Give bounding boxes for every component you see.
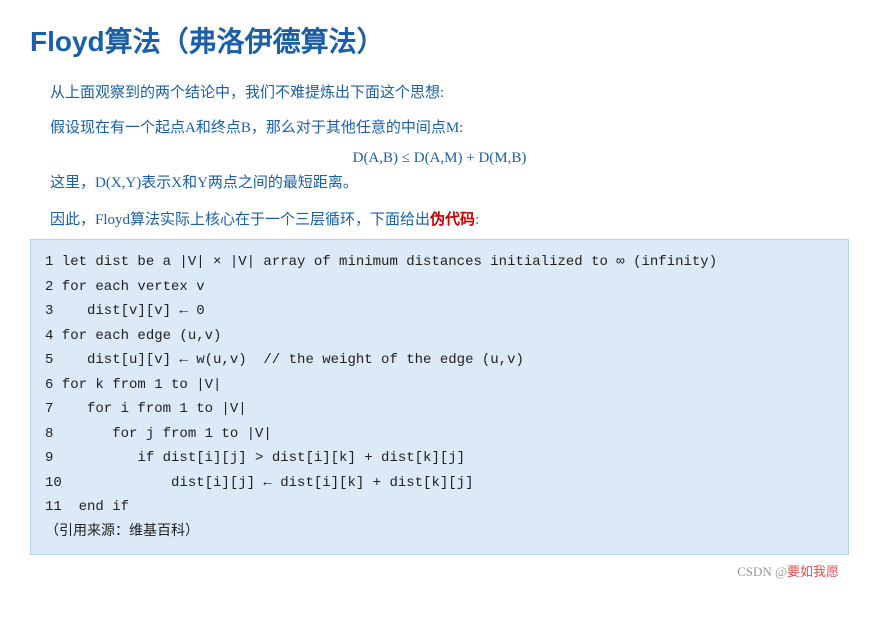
code-line-5: 5 dist[u][v] ← w(u,v) // the weight of t…: [45, 348, 834, 373]
code-line-3: 3 dist[v][v] ← 0: [45, 299, 834, 324]
formula: D(A,B) ≤ D(A,M) + D(M,B): [30, 150, 849, 167]
code-line-11: 11 end if: [45, 495, 834, 520]
pseudo-label: 伪代码: [430, 212, 475, 228]
intro-section: 从上面观察到的两个结论中，我们不难提炼出下面这个思想: 假设现在有一个起点A和终…: [30, 80, 849, 192]
code-line-1: 1 let dist be a |V| × |V| array of minim…: [45, 250, 834, 275]
code-line-8: 8 for j from 1 to |V|: [45, 422, 834, 447]
code-line-citation: （引用来源：维基百科）: [45, 520, 834, 545]
footer-brand: 要如我愿: [787, 564, 839, 579]
code-line-10: 10 dist[i][j] ← dist[i][k] + dist[k][j]: [45, 471, 834, 496]
footer-prefix: CSDN @: [737, 564, 787, 579]
page-title: Floyd算法（弗洛伊德算法）: [30, 20, 849, 60]
summary-line: 因此，Floyd算法实际上核心在于一个三层循环，下面给出伪代码:: [30, 208, 849, 229]
code-line-2: 2 for each vertex v: [45, 275, 834, 300]
code-line-6: 6 for k from 1 to |V|: [45, 373, 834, 398]
summary-suffix: :: [475, 212, 479, 228]
intro-note: 这里，D(X,Y)表示X和Y两点之间的最短距离。: [30, 171, 849, 192]
code-line-4: 4 for each edge (u,v): [45, 324, 834, 349]
summary-prefix: 因此，Floyd算法实际上核心在于一个三层循环，下面给出: [50, 212, 430, 228]
code-block: 1 let dist be a |V| × |V| array of minim…: [30, 239, 849, 555]
code-line-9: 9 if dist[i][j] > dist[i][k] + dist[k][j…: [45, 446, 834, 471]
footer: CSDN @要如我愿: [30, 561, 849, 580]
footer-text: CSDN @要如我愿: [737, 561, 839, 580]
code-line-7: 7 for i from 1 to |V|: [45, 397, 834, 422]
intro-line2: 假设现在有一个起点A和终点B，那么对于其他任意的中间点M:: [30, 115, 849, 142]
intro-line1: 从上面观察到的两个结论中，我们不难提炼出下面这个思想:: [30, 80, 849, 107]
